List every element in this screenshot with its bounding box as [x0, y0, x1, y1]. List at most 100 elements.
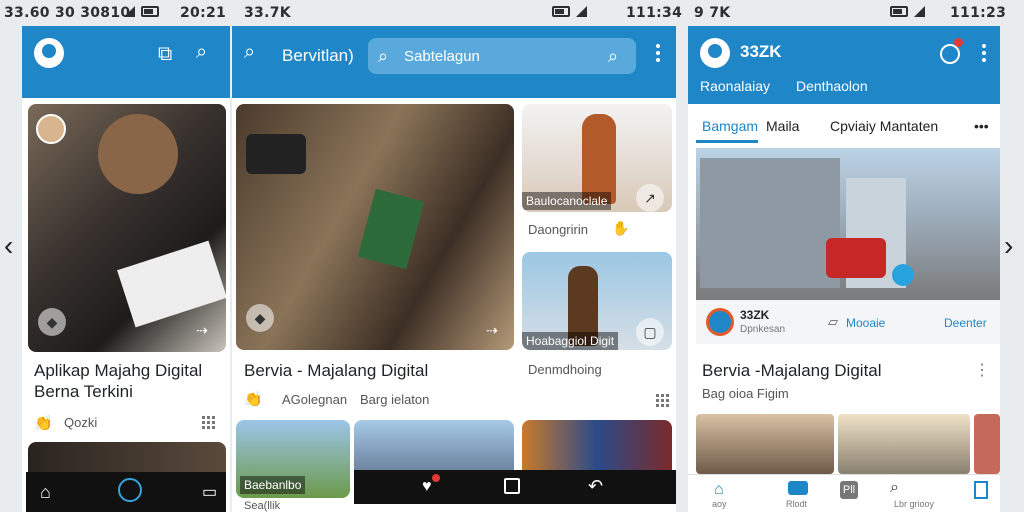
panel1-feed: ◆ ⇢ Aplikap Majahg Digital Berna Terkini… [22, 98, 230, 512]
article-title-line1[interactable]: Aplikap Majahg Digital [34, 360, 202, 381]
bookmark-icon[interactable]: ↗ [636, 184, 664, 212]
status-icons-left [124, 6, 159, 17]
paper-photo [117, 240, 226, 328]
signal-icon [914, 6, 925, 17]
share-icon[interactable]: ⇢ [478, 316, 506, 344]
panel1-topbar: ⧉ ⌕ [22, 26, 230, 98]
tab-1[interactable]: Maila [766, 118, 799, 134]
side-article-image-2[interactable]: Hoabaggiol Digit ▢ [522, 252, 672, 350]
chevron-left-icon[interactable]: ‹ [4, 232, 13, 260]
building-photo [700, 158, 840, 288]
battery-icon [552, 6, 570, 17]
more-icon[interactable]: ⋮ [974, 360, 990, 380]
subtitle-a[interactable]: Raonalaiay [700, 78, 770, 94]
person-photo [98, 114, 178, 194]
chevron-right-icon[interactable]: › [1004, 232, 1013, 260]
article-title[interactable]: Bervia -Majalang Digital [702, 360, 882, 381]
share-icon[interactable]: ⧉ [158, 44, 172, 64]
search-icon[interactable]: ⌕ [890, 479, 899, 497]
main-article-image[interactable]: ◆ ⇢ [236, 104, 514, 350]
article-title-line2[interactable]: Berna Terkini [34, 381, 133, 402]
play-icon[interactable] [892, 264, 914, 286]
main-article-meta-a: AGolegnan [282, 392, 348, 407]
grid-icon[interactable] [202, 416, 215, 429]
brand-logo-icon[interactable] [706, 308, 734, 336]
circle-icon[interactable] [118, 478, 142, 502]
search-icon[interactable]: ⌕ [196, 42, 207, 62]
more-icon[interactable] [982, 44, 986, 64]
status-icons-right [890, 6, 925, 17]
pages-icon[interactable]: Pll [840, 481, 858, 499]
side-article-tag-2: Hoabaggiol Digit [522, 332, 619, 350]
search-field[interactable]: ⌕ Sabtelagun ⌕ [368, 38, 636, 74]
featured-card-bar: 33ZK Dpnkesan ▱ Mooaie Deenter [696, 300, 1000, 344]
person-photo [582, 114, 616, 204]
status-time-left: 33.60 30 30810 [4, 5, 131, 21]
bottom-article-tag: Baebanlbo [240, 476, 306, 494]
grid-image-3[interactable] [974, 414, 1000, 474]
follow-button[interactable]: Deenter [944, 316, 987, 330]
more-icon[interactable] [656, 44, 660, 64]
signal-icon [576, 6, 587, 17]
panel2-bottom-nav: ♥ ↶ [354, 470, 676, 504]
search-icon[interactable]: ⌕ [244, 42, 255, 62]
status-bar: 33.60 30 30810 20:21 33.7K 111:34 9 7K 1… [0, 0, 1024, 26]
profile-icon[interactable] [974, 481, 988, 499]
featured-image[interactable] [696, 148, 1000, 300]
comment-action[interactable]: Mooaie [846, 316, 885, 330]
app-logo-icon[interactable] [34, 38, 64, 68]
more-tabs-icon[interactable]: ••• [974, 118, 989, 134]
grid-icon[interactable] [656, 394, 669, 407]
section-title: Bervitlan) [282, 46, 354, 65]
side-article-meta-2: Denmdhoing [528, 362, 602, 377]
panel2-feed: ◆ ⇢ Bervia - Majalang Digital 👏 AGolegna… [232, 98, 676, 512]
bookmark-icon[interactable]: ◆ [246, 304, 274, 332]
search-submit-icon[interactable]: ⌕ [608, 46, 618, 66]
tab-2[interactable]: Cpviaiy Mantaten [830, 118, 938, 134]
app-title: 33ZK [740, 42, 782, 61]
bike-photo [826, 238, 886, 278]
clap-icon[interactable]: 👏 [244, 390, 263, 408]
tab-indicator [696, 140, 758, 143]
main-article-meta-b: Barg ielaton [360, 392, 430, 407]
tab-0[interactable]: Bamgam [702, 118, 758, 134]
notification-badge [432, 474, 440, 482]
back-icon[interactable]: ↶ [588, 476, 603, 497]
avatar[interactable] [36, 114, 66, 144]
grid-image-2[interactable] [838, 414, 970, 474]
chat-icon[interactable] [788, 481, 808, 495]
article-meta: Bag oioa Figim [702, 386, 789, 401]
clap-icon[interactable]: 👏 [34, 414, 53, 432]
search-placeholder: Sabtelagun [404, 48, 480, 65]
subtitle-b[interactable]: Denthaolon [796, 78, 868, 94]
expand-icon[interactable]: ▢ [636, 318, 664, 346]
status-time-right: 111:23 [950, 5, 1007, 21]
notification-icon[interactable]: ♥ [422, 478, 432, 496]
square-icon[interactable] [504, 478, 520, 494]
nav-label-0: aoy [712, 499, 727, 509]
home-icon[interactable]: ⌂ [714, 481, 724, 499]
battery-icon [141, 6, 159, 17]
bottom-article-caption: Sea(llik [244, 500, 281, 512]
app-logo-icon[interactable] [700, 38, 730, 68]
panel1-bottom-nav: ⌂ ▭ [26, 472, 226, 512]
chat-icon[interactable]: ▭ [202, 482, 217, 502]
bottom-article-image-1[interactable]: Baebanlbo [236, 420, 350, 498]
status-time-mid-2: 111:34 [626, 5, 683, 21]
article-image[interactable]: ◆ ⇢ [28, 104, 226, 352]
panel3-bottom-nav: ⌂ aoy Rlodt Pll ⌕ Lbr griooy [688, 474, 1000, 512]
notebook-photo [357, 188, 425, 270]
grid-image-1[interactable] [696, 414, 834, 474]
status-time-mid: 33.7K [244, 5, 291, 21]
side-article-tag-1: Baulocanoclale [522, 192, 612, 210]
clap-icon[interactable]: ✋ [612, 220, 629, 237]
side-article-image-1[interactable]: Baulocanoclale ↗ [522, 104, 672, 212]
comment-icon[interactable]: ▱ [828, 314, 838, 330]
bookmark-icon[interactable]: ◆ [38, 308, 66, 336]
notification-badge [954, 38, 963, 47]
main-article-title[interactable]: Bervia - Majalang Digital [244, 360, 428, 381]
home-icon[interactable]: ⌂ [40, 482, 51, 503]
status-time-left-2: 20:21 [180, 5, 227, 21]
share-icon[interactable]: ⇢ [188, 316, 216, 344]
refresh-icon[interactable] [940, 44, 960, 64]
